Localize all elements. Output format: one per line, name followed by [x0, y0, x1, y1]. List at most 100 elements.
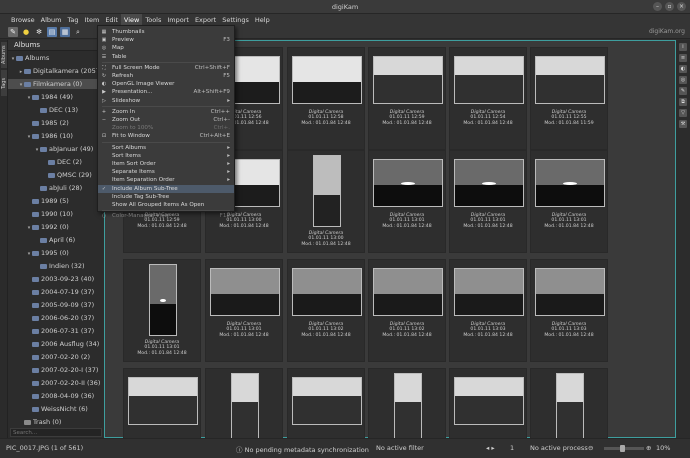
- album-tree-item[interactable]: ▾ Filmkamera (0): [8, 79, 104, 89]
- navigate-icon[interactable]: ◂ ▸: [486, 444, 495, 452]
- album-tree-item[interactable]: 2007-02-20-II (36): [8, 378, 104, 388]
- close-icon[interactable]: ×: [677, 2, 686, 11]
- view-menu-item[interactable]: ⊡ Fit to Window Ctrl+Alt+E: [98, 132, 234, 140]
- album-tree-item[interactable]: April (6): [8, 235, 104, 245]
- thumbnail-item[interactable]: Digital Camera 01.01.11 13:01 Mod.: 01.01.…: [123, 259, 201, 362]
- album-tree-item[interactable]: ▾ 1986 (10): [8, 131, 104, 141]
- album-search-input[interactable]: [10, 428, 102, 437]
- menu-help[interactable]: Help: [252, 14, 273, 26]
- thumbnail-item[interactable]: Digital Camera 01.01.11 13:01 Mod.: 01.01.…: [449, 150, 527, 253]
- maximize-icon[interactable]: ▫: [665, 2, 674, 11]
- menu-separator: [102, 141, 230, 143]
- album-tree-item[interactable]: Indien (32): [8, 261, 104, 271]
- view-menu-item[interactable]: ▣ Preview F3: [98, 36, 234, 44]
- view-menu-item[interactable]: ▷ Slideshow ▸: [98, 97, 234, 105]
- thumbnail-item[interactable]: Digital Camera 01.01.11 12:54 Mod.: 01.01.…: [449, 47, 527, 150]
- album-tree-item[interactable]: DEC (2): [8, 157, 104, 167]
- view-menu-item[interactable]: ✓ Include Album Sub-Tree: [98, 184, 234, 193]
- zoom-slider-handle[interactable]: [620, 445, 625, 452]
- album-tree-item[interactable]: 2004-07-19 (37): [8, 287, 104, 297]
- zoom-out-icon[interactable]: ⊖: [588, 444, 593, 452]
- menu-browse[interactable]: Browse: [8, 14, 38, 26]
- album-tree-item[interactable]: 2007-02-20 (2): [8, 352, 104, 362]
- versions-icon[interactable]: ⧉: [679, 98, 687, 106]
- menu-separator: [102, 210, 230, 212]
- thumbnail-item[interactable]: Digital Camera 01.01.11 13:01 Mod.: 01.01.…: [530, 150, 608, 253]
- album-tree-item[interactable]: ▾ 1995 (0): [8, 248, 104, 258]
- album-tree-item[interactable]: ▾ 1992 (0): [8, 222, 104, 232]
- light-table-icon[interactable]: ▦: [60, 27, 70, 37]
- search-icon[interactable]: ⌕: [73, 27, 83, 37]
- thumbnail-item[interactable]: Digital Camera01.01.11 12:59Mod.: 01.01.…: [368, 47, 446, 150]
- thumbnail-item[interactable]: Digital Camera 01.01.11 13:01 Mod.: 01.01.…: [368, 150, 446, 253]
- status-filter[interactable]: No active filter: [376, 444, 424, 452]
- album-tree-item[interactable]: Trash (0): [8, 417, 104, 427]
- album-tree-item[interactable]: ▾ 1984 (49): [8, 92, 104, 102]
- metadata-icon[interactable]: ≡: [679, 54, 687, 62]
- view-menu-item[interactable]: ▶ Presentation... Alt+Shift+F9: [98, 88, 234, 96]
- menu-tag[interactable]: Tag: [65, 14, 82, 26]
- album-tree-item[interactable]: 2006 Ausflug (34): [8, 339, 104, 349]
- zoom-in-icon[interactable]: ⊕: [646, 444, 651, 452]
- view-menu-item[interactable]: Item Sort Order ▸: [98, 160, 234, 168]
- brand-label[interactable]: digiKam.org: [649, 28, 685, 35]
- gear-icon[interactable]: ✻: [34, 27, 44, 37]
- view-menu-item[interactable]: ☰ Table: [98, 53, 234, 61]
- tab-tags[interactable]: Tags: [1, 70, 7, 96]
- thumbnail-item[interactable]: Digital Camera 01.01.11 12:58 Mod.: 01.01.…: [287, 47, 365, 150]
- view-menu-item[interactable]: ◐ OpenGL Image Viewer: [98, 80, 234, 88]
- folder-icon: [32, 354, 39, 360]
- album-tree-item[interactable]: QMSC (29): [8, 170, 104, 180]
- thumbnail-item[interactable]: Digital Camera 01.01.11 13:00 Mod.: 01.01.…: [287, 150, 365, 253]
- thumbnail-item[interactable]: Digital Camera 01.01.11 13:02 Mod.: 01.01.…: [368, 259, 446, 362]
- pencil-icon[interactable]: ✎: [8, 27, 18, 37]
- thumbnail-caption: Digital Camera 01.01.11 13:01 Mod.: 01.01.…: [531, 213, 607, 229]
- view-menu-item[interactable]: Include Tag Sub-Tree: [98, 193, 234, 201]
- thumbnail-item[interactable]: Digital Camera 01.01.11 12:55 Mod.: 01.01.…: [530, 47, 608, 150]
- album-tree-item[interactable]: 1990 (10): [8, 209, 104, 219]
- album-tree-item[interactable]: 2006-06-20 (37): [8, 313, 104, 323]
- view-menu-item[interactable]: ↻ Refresh F5: [98, 72, 234, 80]
- album-tree-item[interactable]: DEC (13): [8, 105, 104, 115]
- thumbnail-item[interactable]: Digital Camera 01.01.11 13:02 Mod.: 01.01.…: [287, 259, 365, 362]
- image-editor-icon[interactable]: ▤: [47, 27, 57, 37]
- album-tree-item[interactable]: ▾ abJanuar (49): [8, 144, 104, 154]
- thumbnail-item[interactable]: Digital Camera 01.01.11 13:03 Mod.: 01.01.…: [449, 259, 527, 362]
- colors-icon[interactable]: ◐: [679, 65, 687, 73]
- thumbnail-image: [535, 159, 605, 207]
- view-menu-item[interactable]: ▦ Thumbnails: [98, 28, 234, 36]
- caption-line: Mod.: 01.01.84 11:59: [544, 120, 594, 126]
- album-tree-item[interactable]: 2003-09-23 (40): [8, 274, 104, 284]
- properties-icon[interactable]: i: [679, 43, 687, 51]
- album-tree-item[interactable]: 1985 (2): [8, 118, 104, 128]
- filters-icon[interactable]: ▽: [679, 109, 687, 117]
- tools-icon[interactable]: ⚒: [679, 120, 687, 128]
- thumbnail-item[interactable]: Digital Camera 01.01.11 13:01 Mod.: 01.01.…: [205, 259, 283, 362]
- caption-line: Mod.: 01.01.84 12:48: [219, 223, 269, 229]
- lightbulb-icon[interactable]: ●: [21, 27, 31, 37]
- album-tree-item[interactable]: 2005-09-09 (37): [8, 300, 104, 310]
- view-menu-item[interactable]: ⛶ Full Screen Mode Ctrl+Shift+F: [98, 64, 234, 72]
- view-menu-item[interactable]: Sort Albums ▸: [98, 144, 234, 152]
- thumbnail-item[interactable]: Digital Camera 01.01.11 13:03 Mod.: 01.01.…: [530, 259, 608, 362]
- view-menu-item[interactable]: Item Separation Order ▸: [98, 176, 234, 184]
- album-tree-item[interactable]: 1989 (5): [8, 196, 104, 206]
- album-tree-item[interactable]: abJuli (28): [8, 183, 104, 193]
- album-tree-item[interactable]: ▸ Digitalkamera (2057): [8, 66, 104, 76]
- map-icon[interactable]: ◎: [679, 76, 687, 84]
- view-menu-item[interactable]: Separate Items ▸: [98, 168, 234, 176]
- view-menu-item[interactable]: Sort Items ▸: [98, 152, 234, 160]
- tab-albums[interactable]: Albums: [1, 42, 7, 68]
- album-tree-item[interactable]: 2006-07-31 (37): [8, 326, 104, 336]
- album-tree-item[interactable]: 2007-02-20-I (37): [8, 365, 104, 375]
- album-tree-item[interactable]: ▾ Albums: [8, 53, 104, 63]
- view-menu-item[interactable]: Show All Grouped Items As Open: [98, 201, 234, 209]
- album-tree-item[interactable]: 2008-04-09 (36): [8, 391, 104, 401]
- minimize-icon[interactable]: –: [653, 2, 662, 11]
- album-tree-item[interactable]: WeissNicht (6): [8, 404, 104, 414]
- captions-icon[interactable]: ✎: [679, 87, 687, 95]
- view-menu-item[interactable]: + Zoom In Ctrl++: [98, 108, 234, 116]
- view-menu-item[interactable]: − Zoom Out Ctrl+-: [98, 116, 234, 124]
- view-menu-item[interactable]: ◎ Map: [98, 44, 234, 52]
- menu-album[interactable]: Album: [38, 14, 65, 26]
